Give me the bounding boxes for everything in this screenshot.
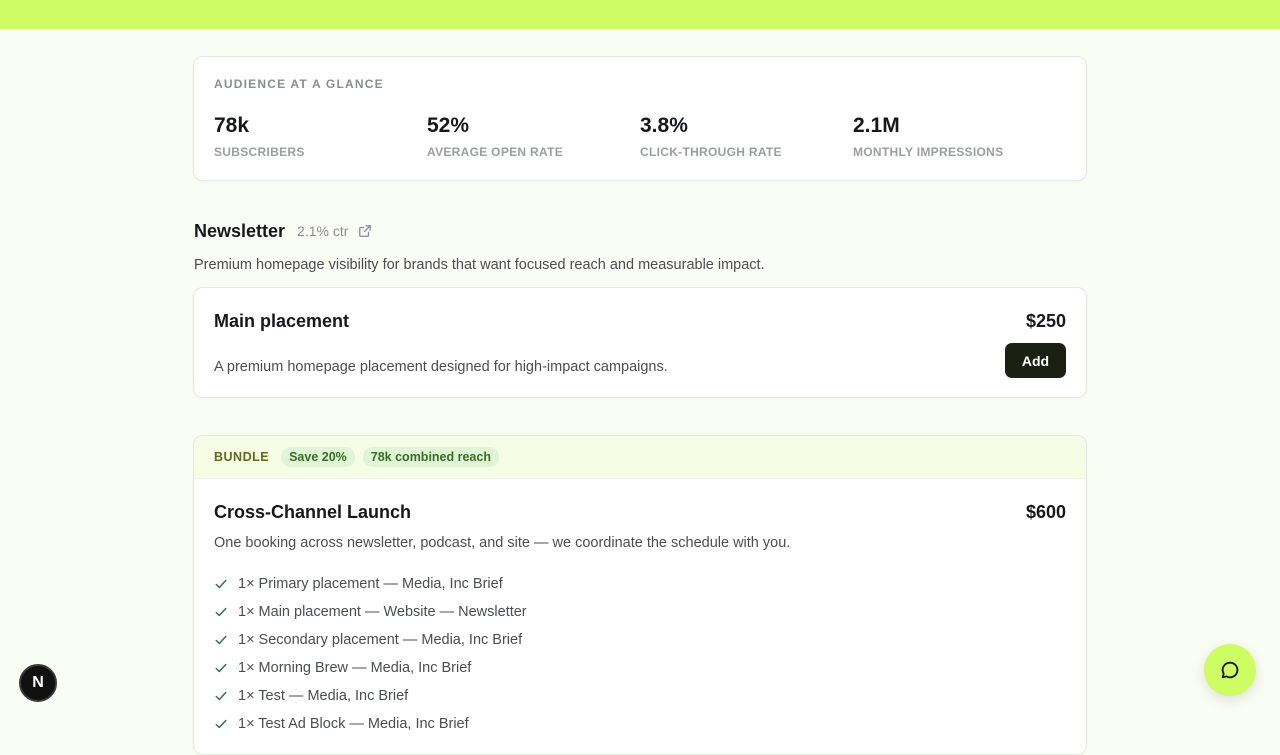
bundle-items-list: 1× Primary placement — Media, Inc Brief … (214, 570, 527, 738)
section-ctr: 2.1% ctr (297, 223, 349, 239)
check-icon (215, 607, 227, 617)
bundle-header: BUNDLE Save 20% 78k combined reach (194, 436, 1086, 479)
bundle-card: BUNDLE Save 20% 78k combined reach Cross… (193, 435, 1087, 755)
chat-bubble-icon (1221, 661, 1239, 679)
main-content: AUDIENCE AT A GLANCE 78k SUBSCRIBERS 52%… (193, 56, 1087, 755)
list-item-text: 1× Primary placement — Media, Inc Brief (238, 576, 503, 592)
check-icon (215, 691, 227, 701)
bundle-price: $600 (1025, 502, 1066, 522)
check-icon (215, 663, 227, 673)
stat-value: 52% (427, 114, 470, 137)
section-header: Newsletter 2.1% ctr (193, 221, 1087, 241)
stat-ctr: 3.8% CLICK-THROUGH RATE (640, 114, 853, 159)
stat-label: AVERAGE OPEN RATE (427, 145, 564, 159)
list-item: 1× Main placement — Website — Newsletter (214, 598, 527, 626)
list-item: 1× Test — Media, Inc Brief (214, 682, 527, 710)
stat-label: MONTHLY IMPRESSIONS (853, 145, 1004, 159)
placement-title: Main placement (214, 311, 350, 331)
bundle-description: One booking across newsletter, podcast, … (214, 535, 791, 551)
stat-value: 2.1M (853, 114, 900, 137)
chat-button[interactable] (1204, 644, 1256, 696)
bundle-tag: BUNDLE (214, 450, 270, 464)
stat-impressions: 2.1M MONTHLY IMPRESSIONS (853, 114, 1066, 159)
check-icon (215, 579, 227, 589)
add-button[interactable]: Add (1005, 343, 1066, 378)
reach-badge: 78k combined reach (362, 447, 499, 467)
placement-description: A premium homepage placement designed fo… (214, 359, 668, 375)
bundle-title: Cross-Channel Launch (214, 502, 412, 522)
section-title: Newsletter (194, 220, 286, 241)
placement-price: $250 (1025, 311, 1066, 331)
badge-letter: N (32, 674, 44, 691)
stat-open-rate: 52% AVERAGE OPEN RATE (427, 114, 640, 159)
list-item: 1× Primary placement — Media, Inc Brief (214, 570, 527, 598)
stat-value: 3.8% (640, 114, 688, 137)
section-description: Premium homepage visibility for brands t… (194, 257, 765, 273)
check-icon (215, 719, 227, 729)
list-item: 1× Morning Brew — Media, Inc Brief (214, 654, 527, 682)
list-item-text: 1× Main placement — Website — Newsletter (238, 604, 527, 620)
audience-card: AUDIENCE AT A GLANCE 78k SUBSCRIBERS 52%… (193, 56, 1087, 181)
stat-label: SUBSCRIBERS (214, 145, 305, 159)
stat-subscribers: 78k SUBSCRIBERS (214, 114, 427, 159)
bundle-body: Cross-Channel Launch $600 One booking ac… (194, 479, 1086, 754)
list-item: 1× Test Ad Block — Media, Inc Brief (214, 710, 527, 738)
placement-card: Main placement $250 A premium homepage p… (193, 287, 1087, 398)
check-icon (215, 635, 227, 645)
list-item-text: 1× Test Ad Block — Media, Inc Brief (238, 716, 469, 732)
stat-label: CLICK-THROUGH RATE (640, 145, 782, 159)
list-item-text: 1× Test — Media, Inc Brief (238, 688, 409, 704)
top-accent-bar (0, 0, 1280, 29)
audience-title: AUDIENCE AT A GLANCE (214, 77, 384, 91)
dev-tools-badge[interactable]: N (19, 664, 57, 702)
stat-value: 78k (214, 114, 250, 137)
list-item-text: 1× Morning Brew — Media, Inc Brief (238, 660, 472, 676)
external-link-icon[interactable] (358, 224, 372, 238)
list-item: 1× Secondary placement — Media, Inc Brie… (214, 626, 527, 654)
audience-stats: 78k SUBSCRIBERS 52% AVERAGE OPEN RATE 3.… (214, 114, 1066, 159)
list-item-text: 1× Secondary placement — Media, Inc Brie… (238, 632, 523, 648)
save-badge: Save 20% (281, 447, 355, 467)
